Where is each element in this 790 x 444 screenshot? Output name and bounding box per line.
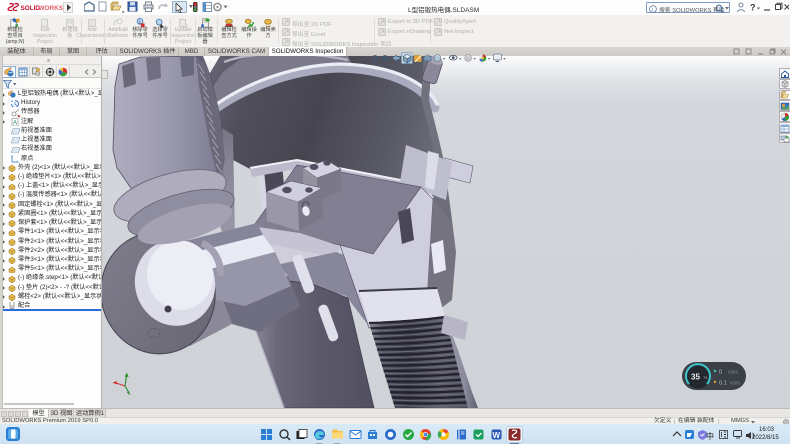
svg-text:SOLID: SOLID: [21, 5, 41, 12]
svg-text:%: %: [704, 375, 708, 380]
svg-text:0.1: 0.1: [719, 381, 727, 387]
svg-text:?: ?: [750, 3, 756, 13]
svg-text:KB/S: KB/S: [728, 370, 738, 375]
svg-text:i: i: [652, 7, 653, 13]
svg-text:35: 35: [691, 373, 700, 382]
svg-text:WORKS: WORKS: [39, 5, 64, 12]
svg-text:0: 0: [719, 370, 722, 376]
svg-text:KB/S: KB/S: [730, 381, 740, 386]
svg-text:W: W: [493, 431, 501, 440]
